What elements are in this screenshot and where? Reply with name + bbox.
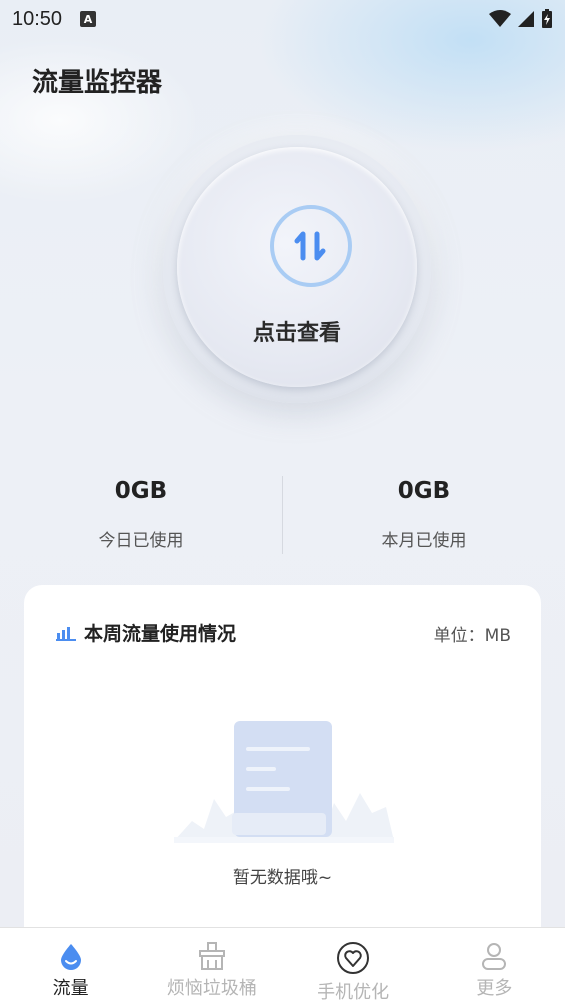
today-usage-label: 今日已使用 <box>98 531 184 551</box>
drop-icon <box>60 944 81 970</box>
wifi-icon <box>489 10 511 27</box>
view-label: 点击查看 <box>252 321 341 346</box>
status-bar: 10:50 A <box>0 0 565 38</box>
tab-trash[interactable]: 烦恼垃圾桶 <box>141 928 282 1004</box>
month-usage-label: 本月已使用 <box>381 531 467 551</box>
battery-icon <box>542 9 552 28</box>
today-usage: 0GB 今日已使用 <box>0 470 282 551</box>
usage-stats: 0GB 今日已使用 0GB 本月已使用 <box>0 470 565 560</box>
tab-traffic-label: 流量 <box>52 978 89 999</box>
status-time: 10:50 <box>12 7 63 30</box>
card-header: 本周流量使用情况 <box>56 619 236 646</box>
view-traffic-button[interactable]: 点击查看 <box>163 135 431 403</box>
card-title: 本周流量使用情况 <box>84 623 237 645</box>
month-usage-value: 0GB <box>397 478 451 504</box>
trash-icon <box>198 942 225 970</box>
tab-more[interactable]: 更多 <box>424 928 565 1004</box>
empty-document-icon <box>174 721 394 843</box>
meter-face[interactable]: 点击查看 <box>177 147 417 387</box>
tab-traffic[interactable]: 流量 <box>0 928 141 1004</box>
heart-icon <box>337 942 370 974</box>
tab-optimize-label: 手机优化 <box>317 982 390 1003</box>
app-title: 流量监控器 <box>32 68 163 98</box>
today-usage-value: 0GB <box>114 478 168 504</box>
cell-signal-icon <box>518 11 534 27</box>
bottom-tab-bar: 流量 烦恼垃圾桶 手机优化 更多 <box>0 927 565 1004</box>
swap-arrows-icon <box>270 205 352 287</box>
weekly-usage-card: 本周流量使用情况 单位：MB 暂无数据哦~ <box>24 585 541 945</box>
month-usage: 0GB 本月已使用 <box>283 470 565 551</box>
user-icon <box>482 943 507 970</box>
notification-icon: A <box>80 11 97 27</box>
status-icons <box>489 9 553 29</box>
unit-label: 单位：MB <box>433 626 511 646</box>
tab-more-label: 更多 <box>476 978 513 999</box>
tab-optimize[interactable]: 手机优化 <box>283 928 424 1004</box>
bar-chart-icon <box>56 626 76 641</box>
tab-trash-label: 烦恼垃圾桶 <box>166 978 257 999</box>
empty-message: 暂无数据哦~ <box>232 868 333 888</box>
